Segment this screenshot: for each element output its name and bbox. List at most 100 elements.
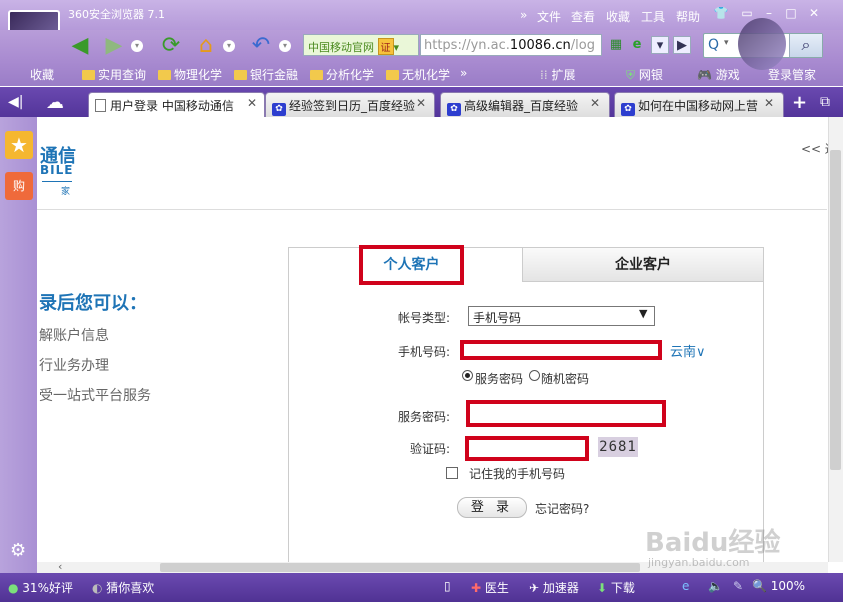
extensions-button[interactable]: ⁞⁞ 扩展 [540,66,575,83]
benefits-heading: 录后您可以： [39,293,147,314]
remember-checkbox[interactable] [446,467,458,479]
home-dropdown-icon[interactable]: ▾ [223,40,235,52]
scroll-left-icon[interactable]: ‹ [58,560,62,573]
chevron-down-icon[interactable]: ▼ [639,307,647,320]
tab-experience-calendar[interactable]: ✿ 经验签到日历_百度经验 [265,92,435,117]
tab-close-icon[interactable]: ✕ [414,96,428,110]
rating-button[interactable]: ● 31%好评 [8,579,73,596]
radio-random-password[interactable] [529,370,540,381]
ie-icon[interactable]: e [682,579,689,593]
tab-close-icon[interactable]: ✕ [588,96,602,110]
tab-personal-customer[interactable]: 个人客户 [359,245,464,285]
edit-icon[interactable]: ✎ [733,579,743,593]
captcha-input[interactable] [465,436,589,461]
cloud-icon[interactable]: ☁ [46,92,72,113]
account-type-select[interactable]: 手机号码 [468,306,655,326]
zoom-icon: 🔍 [752,579,771,593]
login-manager-button[interactable]: 登录管家 [768,66,816,83]
bookmark-folder[interactable]: 无机化学 [386,66,450,83]
radio-service-password[interactable] [462,370,473,381]
bookmarks-more-icon[interactable]: » [460,66,467,80]
bookmark-label: 实用查询 [98,68,147,82]
folder-icon [234,70,247,80]
ie-mode-icon[interactable]: e [628,36,646,54]
captcha-image[interactable]: 2681 [598,437,638,457]
go-icon[interactable]: ▶ [673,36,691,54]
shopping-bag-icon[interactable]: 购 [5,172,33,200]
user-avatar[interactable] [738,18,786,70]
site-identity-badge[interactable]: 中国移动官网 证 ▾ [303,34,419,56]
gamepad-icon: 🎮 [697,68,716,82]
bookmark-folder[interactable]: 分析化学 [310,66,374,83]
password-input[interactable] [466,400,666,427]
watermark-brand: Baidu经验 [645,528,781,558]
account-type-label: 帐号类型: [398,311,451,325]
menu-favorites[interactable]: 收藏 [606,8,630,25]
download-button[interactable]: ⬇ 下载 [597,579,635,596]
bookmark-folder[interactable]: 银行金融 [234,66,298,83]
remember-label: 记住我的手机号码 [469,467,566,481]
back-icon[interactable]: ◀ [66,33,94,59]
password-label: 服务密码: [398,410,451,424]
tab-close-icon[interactable]: ✕ [762,96,776,110]
baidu-paw-icon: ✿ [621,103,635,116]
app-title: 360安全浏览器 7.1 [68,8,165,21]
phone-icon[interactable]: ▯ [444,579,451,593]
bookmark-label: 银行金融 [250,68,299,82]
menu-view[interactable]: 查看 [571,8,595,25]
url-domain: 10086.cn [509,38,571,53]
benefit-item: 受一站式平台服务 [39,388,151,404]
speaker-icon[interactable]: 🔈 [708,579,723,593]
search-engine-dropdown-icon[interactable]: ▾ [724,38,729,48]
forward-dropdown-icon[interactable]: ▾ [131,40,143,52]
menu-file[interactable]: 文件 [537,8,561,25]
accelerator-button[interactable]: ✈ 加速器 [529,579,579,596]
tab-label: 高级编辑器_百度经验 [464,99,579,113]
search-icon[interactable]: ⌕ [789,34,822,57]
region-select[interactable]: 云南∨ [670,341,706,360]
url-suffix: /log [570,38,595,53]
online-banking-button[interactable]: ⛨ 网银 [626,66,663,83]
menu-tools[interactable]: 工具 [641,8,665,25]
gear-icon[interactable]: ⚙ [10,540,26,561]
vertical-scroll-thumb[interactable] [830,150,841,470]
doctor-button[interactable]: ✚ 医生 [471,579,509,596]
tab-advanced-editor[interactable]: ✿ 高级编辑器_百度经验 [440,92,610,117]
tab-list-icon[interactable]: ⧉ [820,94,830,110]
radio-service-password-label: 服务密码 [475,372,524,386]
phone-input[interactable] [460,340,662,360]
qr-code-icon[interactable]: ▦ [607,36,625,54]
recommend-label: 猜你喜欢 [106,581,155,595]
bookmark-folder[interactable]: 物理化学 [158,66,222,83]
close-icon[interactable]: ✕ [805,5,823,21]
tab-enterprise-customer[interactable]: 企业客户 [522,248,763,282]
menu-help[interactable]: 帮助 [676,8,700,25]
recommend-button[interactable]: ◐ 猜你喜欢 [92,579,154,596]
undo-icon[interactable]: ↶ [247,33,275,59]
tab-close-icon[interactable]: ✕ [245,96,259,110]
home-icon[interactable]: ⌂ [192,33,220,59]
address-dropdown-icon[interactable]: ▾ [651,36,669,54]
tab-china-mobile-online[interactable]: ✿ 如何在中国移动网上营 [614,92,784,117]
bookmark-folder[interactable]: 实用查询 [82,66,146,83]
refresh-icon[interactable]: ⟳ [157,33,185,59]
star-icon[interactable]: ★ [5,131,33,159]
new-tab-icon[interactable]: + [792,92,807,113]
forgot-password-link[interactable]: 忘记密码? [535,500,589,517]
sidebar-toggle-icon[interactable]: ◀| [8,94,23,110]
bookmark-favorites[interactable]: 收藏 [30,66,54,83]
maximize-icon[interactable]: □ [782,5,800,21]
address-bar[interactable]: https://yn.ac.10086.cn/log [420,34,602,56]
forward-icon[interactable]: ▶ [100,33,128,59]
undo-dropdown-icon[interactable]: ▾ [279,40,291,52]
login-button[interactable]: 登 录 [457,497,527,518]
skin-icon[interactable]: 👕 [712,5,730,21]
games-button[interactable]: 🎮 游戏 [697,66,740,83]
search-engine-icon[interactable]: Q [708,37,719,53]
accelerator-label: 加速器 [542,581,579,595]
horizontal-scroll-thumb[interactable] [160,563,640,572]
menu-overflow-icon[interactable]: » [520,8,527,22]
tab-user-login[interactable]: 用户登录 中国移动通信 [88,92,265,117]
zoom-control[interactable]: 🔍 100% [752,579,805,593]
folder-icon [386,70,399,80]
